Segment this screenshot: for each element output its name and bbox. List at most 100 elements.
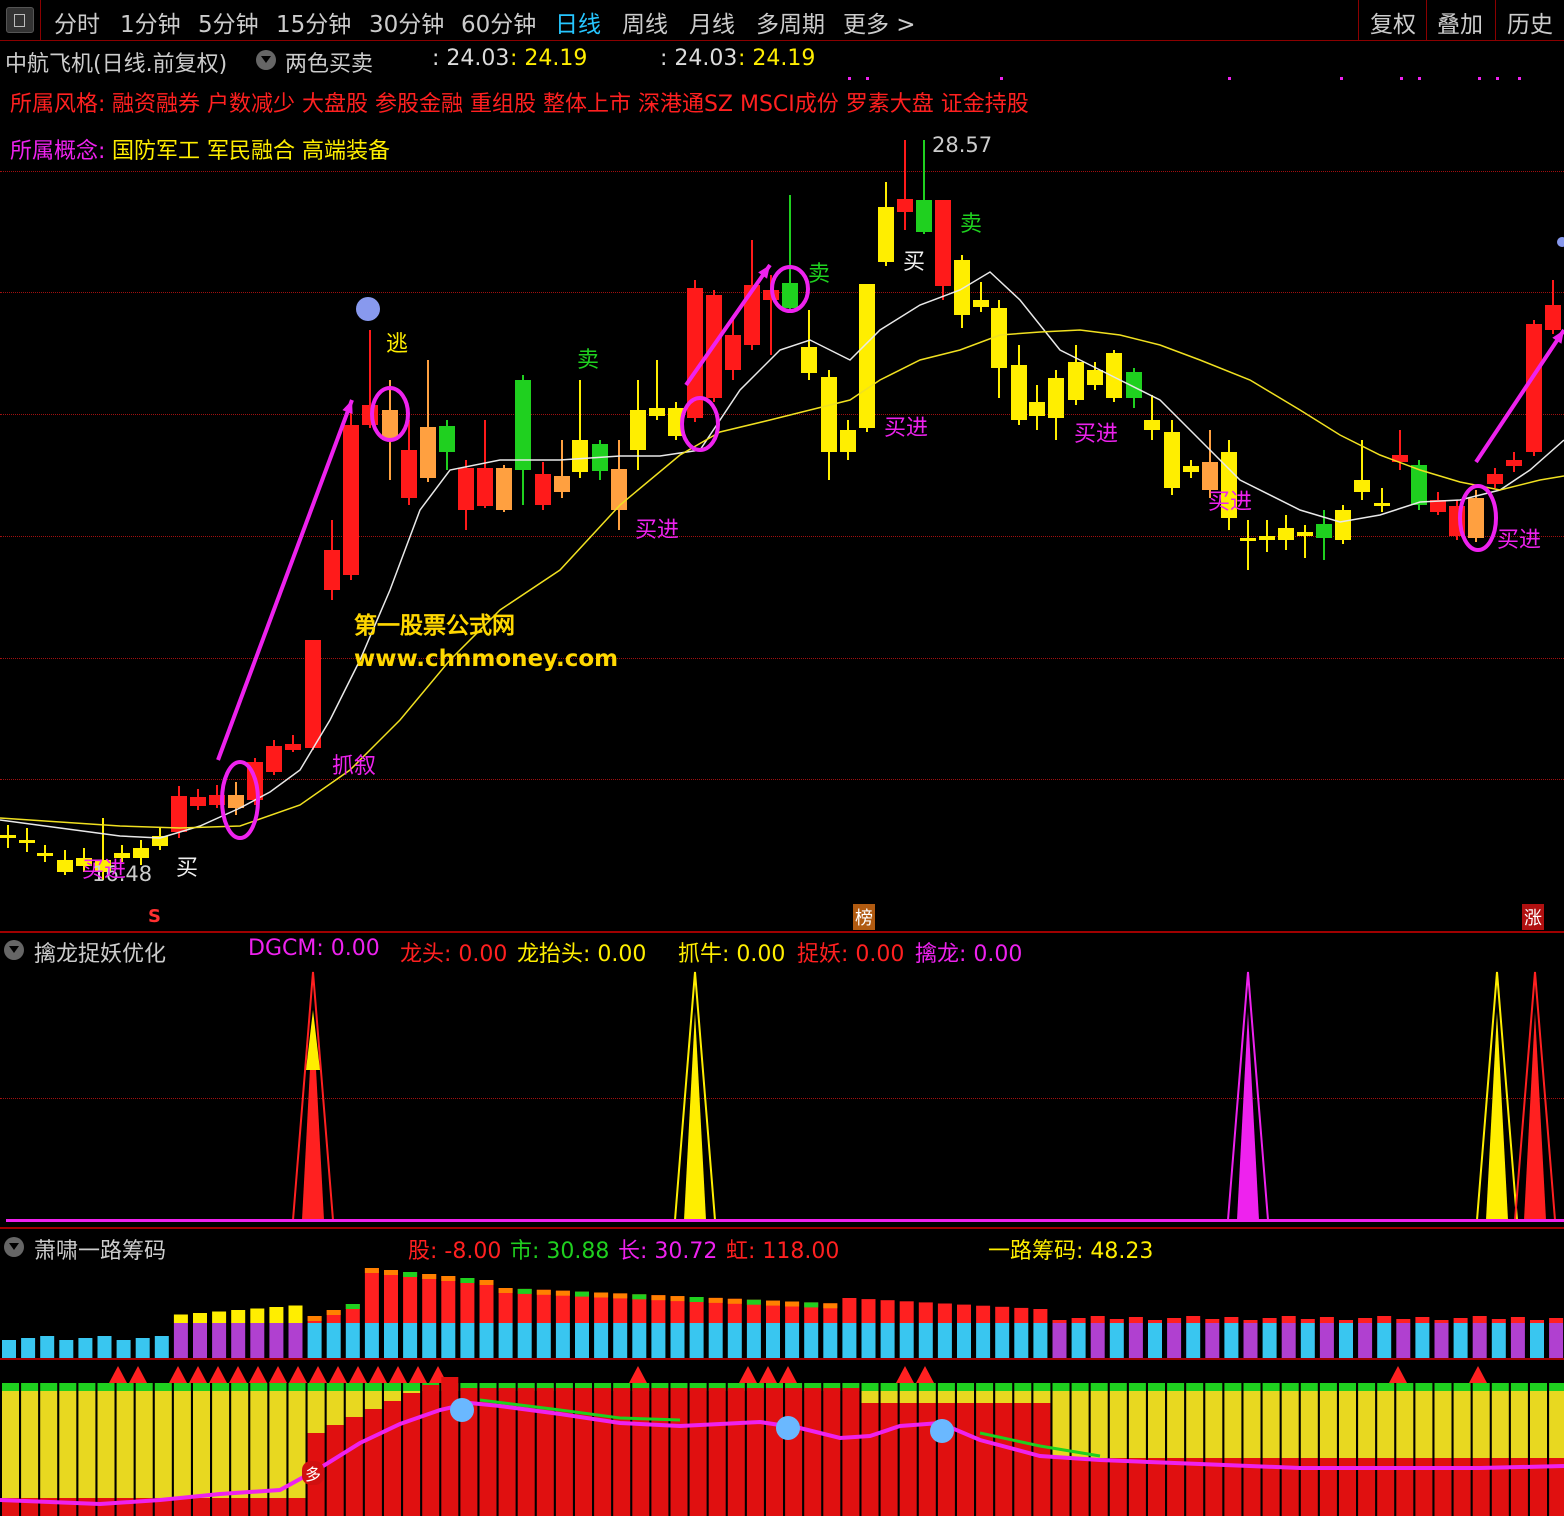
stack-yellow — [193, 1391, 210, 1498]
chip-bar-top — [976, 1305, 991, 1323]
chip-bar — [1358, 1323, 1373, 1358]
signal-buy-in: 买进 — [1497, 528, 1542, 553]
signal-buy-in: 买进 — [884, 416, 929, 441]
stack-green — [918, 1383, 936, 1391]
stack-yellow — [1491, 1391, 1509, 1458]
red-triangle — [109, 1366, 127, 1383]
stack-yellow — [40, 1391, 58, 1498]
dragon-indicator-chart[interactable] — [0, 930, 1564, 1230]
stack-yellow — [59, 1391, 77, 1498]
candle-body — [572, 440, 588, 472]
stack-yellow — [1033, 1391, 1051, 1403]
candle-body — [821, 377, 837, 452]
chip-bar — [1396, 1323, 1411, 1358]
stack-green — [1090, 1383, 1108, 1391]
chip-bar-cap — [384, 1270, 398, 1275]
tag-s[interactable]: S — [148, 906, 161, 927]
red-triangle — [289, 1366, 307, 1383]
candle-body — [630, 410, 646, 450]
chip-bar — [1052, 1323, 1067, 1358]
chip-bar-top — [212, 1311, 227, 1323]
chip-bar-top — [937, 1303, 952, 1323]
marker-dot — [1000, 77, 1003, 80]
chip-bar-cap — [727, 1298, 742, 1304]
red-triangle — [1469, 1366, 1487, 1383]
chip-bar-cap — [689, 1297, 704, 1302]
chip-bar-top — [1205, 1319, 1220, 1323]
stack-green — [364, 1383, 382, 1391]
stack-green — [384, 1383, 401, 1391]
candle-body — [782, 283, 798, 308]
candle-body — [1029, 402, 1045, 416]
stack-red — [97, 1498, 115, 1516]
stack-green — [212, 1383, 230, 1391]
chip-bar — [288, 1323, 303, 1358]
stack-green — [288, 1383, 306, 1391]
red-triangle — [169, 1366, 187, 1383]
chip-bar-top — [498, 1288, 513, 1323]
chip-bar — [1205, 1323, 1220, 1358]
chip-bar — [1148, 1323, 1162, 1358]
stack-red — [823, 1388, 841, 1516]
chip-bar-cap — [670, 1296, 685, 1302]
tag-bang[interactable]: 榜 — [853, 904, 875, 930]
candle-body — [37, 853, 53, 856]
tag-zhang[interactable]: 涨 — [1522, 904, 1544, 930]
candle-body — [1087, 370, 1103, 385]
stack-green — [1453, 1383, 1471, 1391]
chip-indicator-chart[interactable] — [0, 1228, 1564, 1516]
chip-bar-cap — [364, 1268, 379, 1273]
stack-red — [173, 1498, 191, 1516]
stack-green — [976, 1383, 994, 1391]
candle-body — [1316, 524, 1332, 538]
candle-body — [1335, 510, 1351, 540]
signal-buy-in: 买进 — [1074, 422, 1119, 447]
stack-yellow — [1109, 1391, 1127, 1458]
stack-green — [1339, 1383, 1356, 1391]
chip-bar — [861, 1323, 876, 1358]
chip-bar-top — [1262, 1318, 1277, 1323]
signal-sell: 卖 — [577, 348, 600, 373]
candle-body — [1526, 324, 1542, 452]
stack-red — [1109, 1458, 1127, 1516]
stack-yellow — [135, 1391, 153, 1498]
candlestick-chart[interactable] — [0, 0, 1564, 930]
stack-yellow — [1530, 1391, 1547, 1458]
chip-bar — [689, 1323, 704, 1358]
chip-bar-top — [1491, 1319, 1506, 1323]
signal-escape: 逃 — [386, 332, 409, 357]
stack-red — [1090, 1458, 1108, 1516]
chip-bar — [78, 1338, 93, 1358]
stack-red — [785, 1388, 803, 1516]
signal-sell: 卖 — [808, 262, 831, 287]
chip-bar-top — [1434, 1320, 1449, 1323]
stack-green — [154, 1383, 172, 1391]
chip-bar — [594, 1323, 609, 1358]
chip-bar — [1090, 1323, 1105, 1358]
stack-red — [766, 1388, 783, 1516]
stack-green — [1186, 1383, 1204, 1391]
candle-body — [1468, 498, 1484, 538]
chip-bar-top — [1281, 1316, 1296, 1323]
stack-yellow — [78, 1391, 96, 1498]
chip-bar — [1167, 1323, 1182, 1358]
red-triangle — [309, 1366, 327, 1383]
chip-bar — [957, 1323, 971, 1358]
chip-bar — [1109, 1323, 1124, 1358]
red-triangle — [209, 1366, 227, 1383]
stack-yellow — [1071, 1391, 1089, 1458]
stack-red — [250, 1498, 268, 1516]
chip-bar — [40, 1336, 55, 1358]
chip-bar-top — [479, 1280, 494, 1323]
stack-green — [1377, 1383, 1395, 1391]
chip-bar-cap — [517, 1288, 532, 1294]
chip-bar — [1033, 1323, 1048, 1358]
candle-body — [57, 860, 73, 872]
stack-green — [1549, 1383, 1564, 1391]
chip-bar-top — [1358, 1318, 1373, 1323]
chip-bar-cap — [441, 1276, 456, 1281]
stack-green — [403, 1383, 421, 1391]
stack-green — [1472, 1383, 1490, 1391]
chip-bar — [403, 1323, 418, 1358]
chip-bar-cap — [708, 1297, 723, 1303]
